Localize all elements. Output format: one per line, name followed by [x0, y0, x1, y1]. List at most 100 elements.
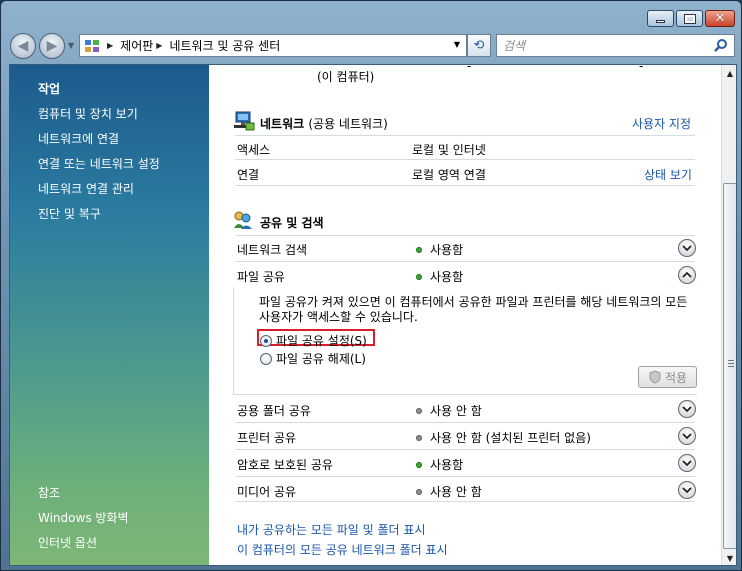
connection-value: 로컬 영역 연결: [412, 168, 486, 182]
chevron-down-icon: [682, 433, 692, 440]
chevron-down-icon: [682, 487, 692, 494]
file-sharing-status: 사용함: [416, 268, 463, 285]
divider: [235, 185, 695, 186]
task-link-view-devices[interactable]: 컴퓨터 및 장치 보기: [38, 105, 138, 122]
task-link-connect-network[interactable]: 네트워크에 연결: [38, 130, 119, 147]
breadcrumb-separator-icon[interactable]: ▶: [156, 41, 162, 50]
breadcrumb-control-panel[interactable]: 제어판: [120, 37, 153, 54]
navigation-bar: ◀ ▶ ▼ ▶ 제어판 ▶ 네트워크 및 공유 센터 ▼ ⟲: [1, 31, 741, 61]
search-icon[interactable]: [713, 38, 729, 54]
maximize-button[interactable]: [676, 10, 703, 27]
status-on-icon: [416, 247, 422, 253]
apply-button-label: 적용: [664, 370, 688, 385]
file-sharing-on-label[interactable]: 파일 공유 설정(S): [276, 332, 367, 349]
chevron-up-icon: [682, 271, 692, 278]
task-link-diagnose-repair[interactable]: 진단 및 복구: [38, 205, 101, 222]
title-bar[interactable]: ✕: [1, 1, 741, 29]
expand-printer-sharing-button[interactable]: [678, 427, 696, 445]
public-folder-sharing-label: 공용 폴더 공유: [237, 404, 311, 418]
breadcrumb-network-center[interactable]: 네트워크 및 공유 센터: [169, 37, 280, 54]
task-link-setup-connection[interactable]: 연결 또는 네트워크 설정: [38, 155, 160, 172]
refresh-icon: ⟲: [473, 38, 485, 53]
back-button[interactable]: ◀: [10, 33, 36, 59]
expand-network-discovery-button[interactable]: [678, 239, 696, 257]
show-shared-network-folders-link[interactable]: 이 컴퓨터의 모든 공유 네트워크 폴더 표시: [237, 541, 448, 558]
file-sharing-off-label[interactable]: 파일 공유 해제(L): [276, 350, 366, 367]
file-sharing-description: 파일 공유가 켜져 있으면 이 컴퓨터에서 공유한 파일과 프린터를 해당 네트…: [259, 295, 688, 324]
cut-off-text: -: [467, 64, 472, 73]
task-link-manage-connections[interactable]: 네트워크 연결 관리: [38, 180, 134, 197]
radio-selected-icon[interactable]: [260, 334, 272, 347]
divider: [235, 422, 695, 423]
divider: [235, 476, 695, 477]
media-sharing-status-text: 사용 안 함: [430, 485, 482, 499]
grip-icon: [728, 360, 734, 367]
view-status-link[interactable]: 상태 보기: [644, 166, 692, 183]
access-label: 액세스: [237, 143, 271, 157]
divider: [235, 449, 695, 450]
radio-unselected-icon[interactable]: [260, 352, 272, 365]
password-sharing-label: 암호로 보호된 공유: [237, 458, 333, 472]
forward-button[interactable]: ▶: [39, 33, 65, 59]
printer-sharing-status: 사용 안 함 (설치된 프린터 없음): [416, 429, 591, 446]
task-pane: 작업 컴퓨터 및 장치 보기 네트워크에 연결 연결 또는 네트워크 설정 네트…: [10, 65, 209, 565]
status-on-icon: [416, 274, 422, 280]
customize-link[interactable]: 사용자 지정: [632, 115, 691, 132]
search-box: [496, 34, 735, 57]
see-also-link-internet-options[interactable]: 인터넷 옵션: [38, 534, 97, 551]
see-also-heading: 참조: [38, 486, 61, 500]
expand-media-sharing-button[interactable]: [678, 481, 696, 499]
control-panel-icon: [85, 39, 99, 52]
minimize-icon: [656, 19, 665, 23]
chevron-down-icon: [682, 460, 692, 467]
content-area: 작업 컴퓨터 및 장치 보기 네트워크에 연결 연결 또는 네트워크 설정 네트…: [9, 64, 737, 566]
minimize-button[interactable]: [647, 10, 674, 27]
address-dropdown-icon[interactable]: ▼: [454, 40, 460, 49]
file-sharing-detail-panel: 파일 공유가 켜져 있으면 이 컴퓨터에서 공유한 파일과 프린터를 해당 네트…: [233, 287, 697, 395]
recent-pages-dropdown-icon[interactable]: ▼: [68, 41, 74, 50]
arrow-up-icon: ▲: [726, 69, 734, 78]
status-off-icon: [416, 489, 422, 495]
media-sharing-status: 사용 안 함: [416, 483, 482, 500]
network-icon: [234, 111, 255, 131]
public-folder-sharing-status-text: 사용 안 함: [430, 404, 482, 418]
scroll-down-button[interactable]: ▼: [722, 550, 736, 565]
breadcrumb-separator-icon[interactable]: ▶: [107, 41, 113, 50]
tasks-heading: 작업: [38, 82, 61, 96]
status-off-icon: [416, 435, 422, 441]
scrollbar-thumb[interactable]: [723, 183, 736, 549]
network-title-text: 네트워크: [260, 117, 305, 131]
maximize-icon: [683, 13, 696, 24]
chevron-down-icon: [682, 406, 692, 413]
file-sharing-label: 파일 공유: [237, 270, 285, 284]
file-sharing-off-option[interactable]: 파일 공유 해제(L): [260, 350, 366, 367]
network-discovery-status-text: 사용함: [430, 243, 464, 257]
back-arrow-icon: ◀: [17, 38, 29, 54]
collapse-file-sharing-button[interactable]: [678, 266, 696, 284]
address-bar[interactable]: ▶ 제어판 ▶ 네트워크 및 공유 센터 ▼: [79, 34, 467, 57]
arrow-down-icon: ▼: [726, 554, 734, 563]
sharing-icon: [234, 211, 252, 229]
close-button[interactable]: ✕: [705, 10, 735, 27]
expand-password-sharing-button[interactable]: [678, 454, 696, 472]
see-also-link-firewall[interactable]: Windows 방화벽: [38, 509, 129, 526]
divider: [235, 501, 695, 502]
refresh-button[interactable]: ⟲: [467, 34, 491, 57]
forward-arrow-icon: ▶: [46, 38, 58, 54]
vertical-scrollbar[interactable]: ▲ ▼: [721, 65, 736, 565]
scroll-up-button[interactable]: ▲: [722, 65, 736, 82]
apply-button[interactable]: 적용: [638, 366, 697, 388]
cut-off-text: -: [639, 64, 644, 73]
file-sharing-on-option[interactable]: 파일 공유 설정(S): [260, 332, 367, 349]
show-my-shared-files-link[interactable]: 내가 공유하는 모든 파일 및 폴더 표시: [237, 521, 426, 538]
printer-sharing-status-text: 사용 안 함 (설치된 프린터 없음): [430, 431, 591, 445]
divider: [235, 235, 695, 236]
printer-sharing-label: 프린터 공유: [237, 431, 297, 445]
search-input[interactable]: [503, 37, 703, 54]
access-value: 로컬 및 인터넷: [412, 143, 486, 157]
expand-public-folder-sharing-button[interactable]: [678, 400, 696, 418]
divider: [235, 261, 695, 262]
window: ✕ ◀ ▶ ▼ ▶ 제어판 ▶ 네트워크 및 공유 센터 ▼ ⟲ 검색 작업 컴…: [0, 0, 742, 571]
sharing-title: 공유 및 검색: [260, 216, 324, 230]
divider: [235, 159, 695, 160]
